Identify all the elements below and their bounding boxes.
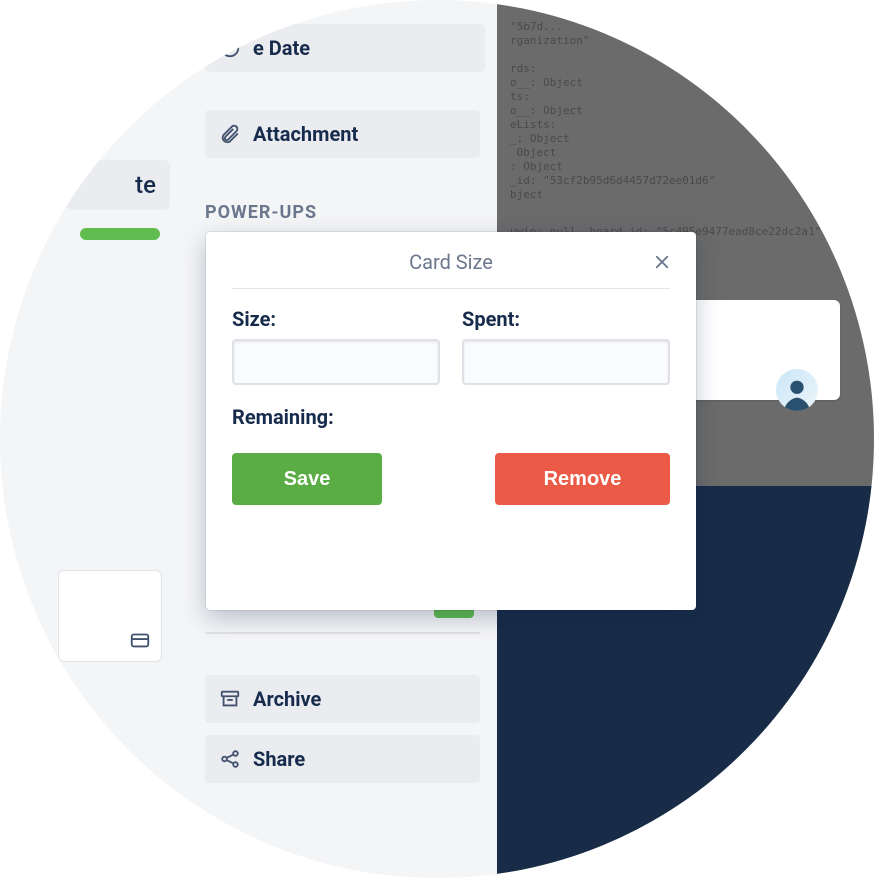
save-button[interactable]: Save bbox=[232, 453, 382, 505]
card-icon bbox=[129, 629, 151, 651]
powerups-section-label: POWER-UPS bbox=[205, 202, 317, 223]
attachment-preview-card[interactable] bbox=[58, 570, 162, 662]
share-label: Share bbox=[253, 747, 305, 771]
close-icon[interactable] bbox=[650, 250, 674, 274]
card-size-popover: Card Size Size: Spent: Remaining: Save R… bbox=[206, 232, 696, 610]
due-date-button[interactable]: e Date bbox=[205, 24, 485, 72]
complete-label-fragment: te bbox=[135, 171, 156, 199]
paperclip-icon bbox=[219, 123, 241, 145]
avatar[interactable] bbox=[776, 369, 818, 411]
spent-input[interactable] bbox=[462, 339, 670, 385]
remove-button[interactable]: Remove bbox=[495, 453, 670, 505]
circular-viewport: "5b7d... rganization" rds: o__: Object t… bbox=[0, 0, 874, 878]
attachment-label: Attachment bbox=[253, 122, 358, 146]
attachment-button[interactable]: Attachment bbox=[205, 110, 480, 158]
size-label: Size: bbox=[232, 307, 440, 331]
popover-title: Card Size bbox=[409, 250, 493, 274]
remaining-label: Remaining: bbox=[232, 405, 670, 429]
avatar-icon bbox=[778, 373, 816, 411]
progress-bar-fragment bbox=[80, 228, 160, 240]
archive-icon bbox=[219, 688, 241, 710]
archive-label: Archive bbox=[253, 687, 321, 711]
debug-code-block: "5b7d... rganization" rds: o__: Object t… bbox=[510, 20, 770, 202]
due-date-label: e Date bbox=[253, 36, 310, 60]
size-input[interactable] bbox=[232, 339, 440, 385]
spent-label: Spent: bbox=[462, 307, 670, 331]
share-icon bbox=[219, 748, 241, 770]
archive-button[interactable]: Archive bbox=[205, 675, 480, 723]
clock-icon bbox=[219, 37, 241, 59]
complete-button-fragment[interactable]: te bbox=[66, 160, 170, 210]
share-button[interactable]: Share bbox=[205, 735, 480, 783]
